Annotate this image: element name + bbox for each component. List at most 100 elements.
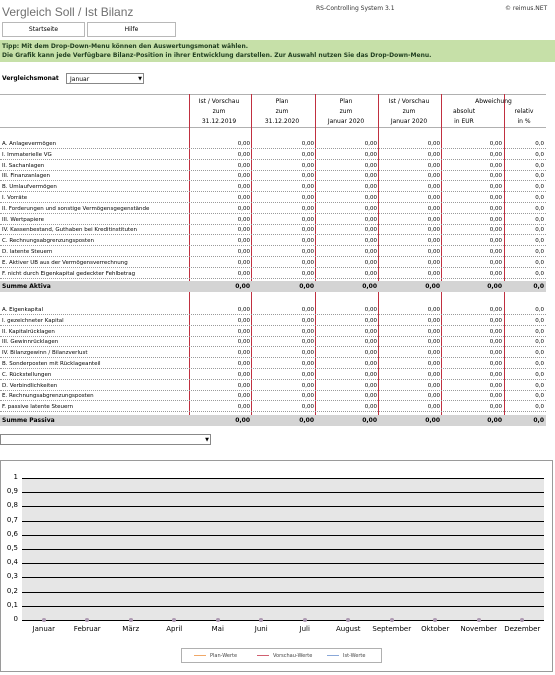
tip-line-2: Die Grafik kann jede Verfügbare Bilanz-P… (2, 52, 432, 59)
row-value: 0,00 (301, 350, 314, 357)
row-value: 0,00 (301, 270, 314, 277)
row-value: 0,00 (427, 205, 440, 212)
row-divider (0, 169, 546, 171)
row-value: 0,00 (237, 317, 250, 324)
row-value: 0,00 (364, 184, 377, 191)
row-value: 0,00 (301, 404, 314, 411)
row-value: 0,00 (489, 259, 502, 266)
row-value: 0,00 (237, 205, 250, 212)
tip-banner: Tipp: Mit dem Drop-Down-Menu können den … (0, 40, 555, 62)
row-value: 0,00 (427, 151, 440, 158)
row-value: 0,00 (427, 195, 440, 201)
row-value: 0,00 (301, 393, 314, 400)
y-tick-label: 0,1 (6, 600, 18, 609)
column-header-line3: in % (517, 118, 531, 125)
row-value: 0,00 (364, 227, 377, 234)
row-value: 0,00 (427, 350, 440, 357)
help-button[interactable]: Hilfe (87, 22, 176, 37)
chart-legend: Plan-Werte Vorschau-Werte Ist-Werte (181, 648, 382, 663)
row-value: 0,00 (237, 162, 250, 169)
row-value: 0,00 (364, 361, 377, 367)
column-header-line1: Plan (275, 98, 289, 105)
row-value: 0,00 (364, 317, 377, 324)
row-value: 0,00 (364, 141, 377, 147)
row-label: III. Gewinnrücklagen (2, 339, 59, 346)
sum-label: Summe Passiva (2, 417, 55, 424)
row-value: 0,00 (364, 173, 377, 180)
y-tick-label: 0,8 (6, 501, 18, 510)
column-header-line3: Januar 2020 (390, 118, 428, 125)
x-tick-label: August (336, 625, 361, 633)
row-value: 0,00 (364, 404, 377, 411)
row-label: C. Rechnungsabgrenzungsposten (2, 238, 94, 245)
row-value: 0,00 (301, 205, 314, 212)
row-divider (0, 180, 546, 182)
row-value: 0,00 (489, 339, 502, 346)
chevron-down-icon: ▼ (205, 437, 209, 443)
page-title: Vergleich Soll / Ist Bilanz (2, 5, 134, 19)
row-value: 0,0 (535, 238, 544, 245)
row-value: 0,00 (489, 238, 502, 245)
row-value: 0,00 (301, 382, 314, 389)
row-value: 0,00 (237, 404, 250, 411)
row-value: 0,00 (489, 393, 502, 400)
legend-label: Ist-Werte (343, 653, 366, 659)
sum-value: 0,00 (487, 283, 502, 290)
row-value: 0,00 (301, 162, 314, 169)
row-label: II. Forderungen und sonstige Vermögensge… (2, 205, 150, 212)
row-value: 0,00 (364, 151, 377, 158)
row-label: F. passive latente Steuern (2, 404, 74, 411)
row-value: 0,00 (427, 371, 440, 378)
sum-label: Summe Aktiva (2, 283, 51, 290)
row-value: 0,00 (364, 328, 377, 335)
row-value: 0,00 (237, 270, 250, 277)
row-value: 0,00 (237, 151, 250, 158)
gridline (22, 563, 544, 565)
column-header-line2: relativ (514, 108, 534, 115)
column-header-line2: zum (275, 108, 289, 115)
row-value: 0,00 (364, 162, 377, 169)
gridline (22, 591, 544, 593)
y-tick-label: 0,4 (6, 558, 18, 567)
sum-value: 0,00 (235, 283, 250, 290)
x-tick-label: September (372, 625, 412, 633)
compare-month-value: Januar (70, 76, 90, 83)
row-value: 0,00 (237, 216, 250, 223)
row-divider (0, 400, 546, 402)
row-value: 0,0 (535, 216, 544, 223)
data-point (389, 618, 394, 622)
row-value: 0,00 (489, 141, 502, 147)
sum-value: 0,00 (235, 417, 250, 424)
row-divider (0, 256, 546, 257)
row-label: B. Sonderposten mit Rücklageanteil (2, 361, 101, 367)
row-divider (0, 368, 546, 369)
data-point (302, 618, 307, 622)
position-select[interactable]: ▼ (0, 434, 211, 445)
row-value: 0,00 (237, 339, 250, 346)
row-divider (0, 158, 546, 160)
compare-month-select[interactable]: Januar ▼ (66, 73, 144, 84)
table-header-border (0, 127, 546, 128)
row-value: 0,00 (301, 328, 314, 335)
row-value: 0,0 (535, 173, 544, 180)
start-page-button[interactable]: Startseite (2, 22, 85, 37)
x-tick-label: Dezember (504, 625, 541, 633)
row-value: 0,00 (489, 270, 502, 277)
row-value: 0,00 (427, 361, 440, 367)
row-value: 0,00 (364, 270, 377, 277)
row-value: 0,00 (489, 184, 502, 191)
data-point (128, 618, 133, 622)
row-value: 0,0 (535, 307, 544, 313)
row-label: B. Umlaufvermögen (2, 184, 57, 191)
brand-label: © reimus.NET (505, 5, 548, 12)
row-value: 0,00 (427, 227, 440, 234)
row-value: 0,00 (489, 216, 502, 223)
row-divider (0, 223, 546, 225)
row-value: 0,00 (364, 382, 377, 389)
column-header-line3: Januar 2020 (327, 118, 365, 125)
row-label: I. Vorräte (2, 195, 28, 201)
row-value: 0,00 (427, 216, 440, 223)
chevron-down-icon: ▼ (138, 76, 142, 82)
row-value: 0,00 (489, 350, 502, 357)
column-header-line2: zum (339, 108, 353, 115)
